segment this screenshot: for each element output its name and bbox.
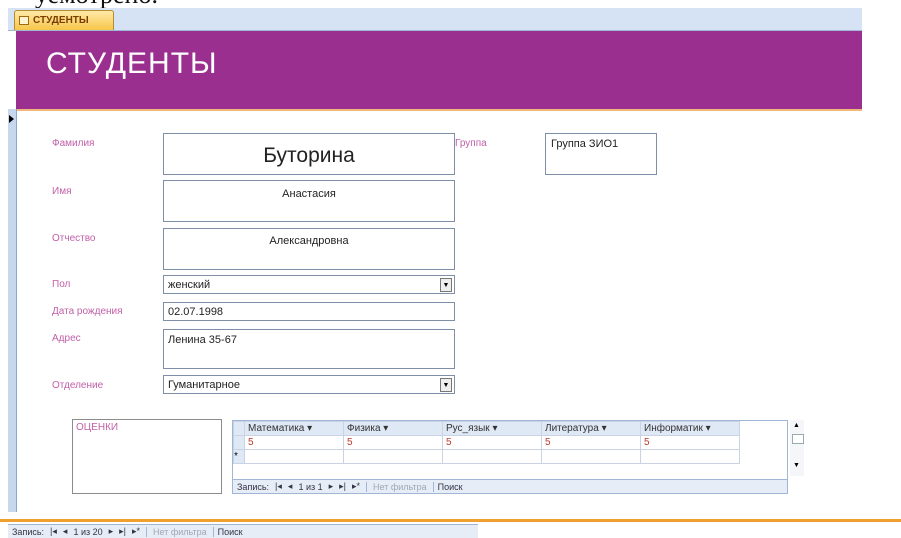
current-record-icon	[9, 115, 14, 123]
form-header: СТУДЕНТЫ	[16, 31, 862, 109]
grade-cell[interactable]: 5	[442, 435, 542, 450]
subform-vertical-scrollbar[interactable]: ▲ ▼	[790, 420, 804, 476]
subform-search-input[interactable]: Поиск	[432, 481, 508, 492]
gender-combobox[interactable]: женский ▼	[163, 275, 455, 294]
grade-cell[interactable]	[640, 449, 740, 464]
subform-navigation-bar: Запись: |◂ ◂ 1 из 1 ▸ ▸| ▸* Нет фильтра …	[233, 479, 787, 493]
scroll-up-icon[interactable]: ▲	[793, 422, 800, 429]
dropdown-arrow-icon[interactable]: ▼	[440, 378, 452, 392]
column-header[interactable]: Информатик ▾	[640, 421, 740, 436]
new-record-icon[interactable]: ▸*	[132, 526, 140, 537]
grade-cell[interactable]	[244, 449, 344, 464]
department-value: Гуманитарное	[168, 379, 240, 391]
last-record-icon[interactable]: ▸|	[119, 526, 126, 537]
row-selector[interactable]	[233, 435, 245, 450]
subform-records-label: Запись:	[237, 481, 270, 492]
address-label: Адрес	[52, 333, 81, 344]
new-record-marker[interactable]: *	[233, 449, 245, 464]
main-records-label: Запись:	[12, 526, 45, 537]
scroll-thumb[interactable]	[792, 434, 804, 444]
subform-record-position[interactable]: 1 из 1	[298, 482, 322, 492]
dropdown-arrow-icon[interactable]: ▼	[440, 278, 452, 292]
scroll-down-icon[interactable]: ▼	[793, 462, 800, 469]
group-field[interactable]: Группа ЗИО1	[545, 133, 657, 175]
department-label: Отделение	[52, 380, 104, 391]
main-search-input[interactable]: Поиск	[212, 526, 288, 537]
tab-students[interactable]: СТУДЕНТЫ	[14, 10, 114, 30]
patronymic-label: Отчество	[52, 233, 96, 244]
grade-cell[interactable]: 5	[541, 435, 641, 450]
first-record-icon[interactable]: |◂	[275, 481, 282, 492]
grade-cell[interactable]: 5	[343, 435, 443, 450]
column-header[interactable]: Литература ▾	[541, 421, 641, 436]
prev-record-icon[interactable]: ◂	[63, 526, 68, 537]
prev-record-icon[interactable]: ◂	[288, 481, 293, 492]
form-icon	[19, 16, 29, 25]
main-navigation-bar: Запись: |◂ ◂ 1 из 20 ▸ ▸| ▸* Нет фильтра…	[8, 524, 478, 538]
window-border	[0, 519, 901, 522]
column-header[interactable]: Рус_язык ▾	[442, 421, 542, 436]
column-header[interactable]: Физика ▾	[343, 421, 443, 436]
tab-label: СТУДЕНТЫ	[33, 15, 89, 26]
last-record-icon[interactable]: ▸|	[339, 481, 346, 492]
next-record-icon[interactable]: ▸	[109, 526, 114, 537]
name-field[interactable]: Анастасия	[163, 180, 455, 222]
gender-label: Пол	[52, 279, 71, 290]
patronymic-field[interactable]: Александровна	[163, 228, 455, 270]
subform-filter-status[interactable]: Нет фильтра	[373, 482, 427, 492]
grades-datasheet: Математика ▾ Физика ▾ Рус_язык ▾ Литерат…	[232, 420, 788, 494]
column-header[interactable]: Математика ▾	[244, 421, 344, 436]
group-label: Группа	[455, 138, 487, 149]
gender-value: женский	[168, 279, 211, 291]
birthdate-label: Дата рождения	[52, 306, 123, 317]
next-record-icon[interactable]: ▸	[329, 481, 334, 492]
surname-field[interactable]: Буторина	[163, 133, 455, 175]
birthdate-field[interactable]: 02.07.1998	[163, 302, 455, 321]
grade-cell[interactable]	[442, 449, 542, 464]
select-all-cell[interactable]	[233, 421, 245, 436]
grade-cell[interactable]: 5	[640, 435, 740, 450]
surname-label: Фамилия	[52, 138, 95, 149]
department-combobox[interactable]: Гуманитарное ▼	[163, 375, 455, 394]
first-record-icon[interactable]: |◂	[50, 526, 57, 537]
new-record-icon[interactable]: ▸*	[352, 481, 360, 492]
address-field[interactable]: Ленина 35-67	[163, 329, 455, 369]
document-tab-bar: СТУДЕНТЫ	[8, 8, 862, 31]
name-label: Имя	[52, 186, 72, 197]
grade-cell[interactable]: 5	[244, 435, 344, 450]
main-filter-status[interactable]: Нет фильтра	[153, 527, 207, 537]
main-record-position[interactable]: 1 из 20	[73, 527, 102, 537]
record-selector[interactable]	[8, 109, 17, 512]
grade-cell[interactable]	[541, 449, 641, 464]
form-title: СТУДЕНТЫ	[46, 47, 218, 80]
grades-subform-label: ОЦЕНКИ	[72, 419, 222, 494]
grade-cell[interactable]	[343, 449, 443, 464]
